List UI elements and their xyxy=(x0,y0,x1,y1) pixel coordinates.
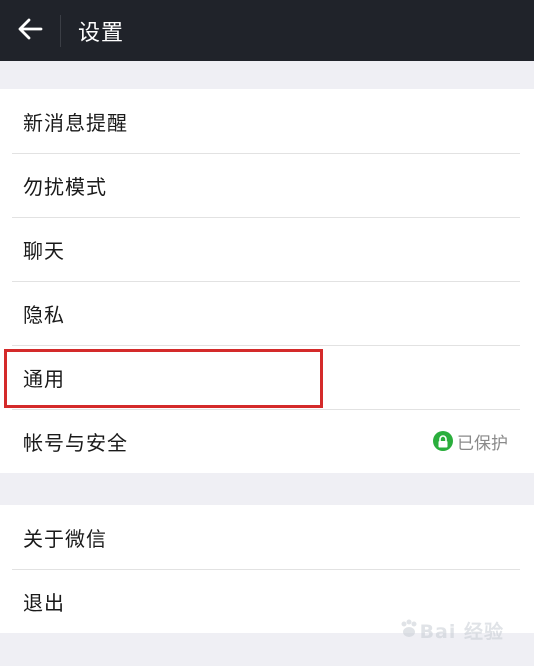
settings-item-privacy[interactable]: 隐私 xyxy=(0,281,534,345)
settings-item-general[interactable]: 通用 xyxy=(0,345,534,409)
arrow-left-icon xyxy=(17,18,43,44)
settings-item-label: 通用 xyxy=(23,366,65,391)
settings-group-secondary: 关于微信 退出 xyxy=(0,505,534,633)
settings-group-main: 新消息提醒 勿扰模式 聊天 隐私 通用 帐号与安全 已保护 xyxy=(0,89,534,473)
lock-icon xyxy=(433,431,453,451)
settings-item-label: 退出 xyxy=(23,590,65,615)
settings-item-about-wechat[interactable]: 关于微信 xyxy=(0,505,534,569)
settings-item-account-security[interactable]: 帐号与安全 已保护 xyxy=(0,409,534,473)
page-title: 设置 xyxy=(78,20,125,46)
settings-item-do-not-disturb[interactable]: 勿扰模式 xyxy=(0,153,534,217)
paw-icon xyxy=(398,618,420,644)
settings-item-label: 新消息提醒 xyxy=(23,110,128,135)
settings-item-chat[interactable]: 聊天 xyxy=(0,217,534,281)
watermark: Bai 经验 xyxy=(398,617,504,644)
watermark-text: Bai 经验 xyxy=(419,621,504,643)
status-badge: 已保护 xyxy=(457,433,508,454)
settings-item-new-message-alerts[interactable]: 新消息提醒 xyxy=(0,89,534,153)
settings-item-label: 隐私 xyxy=(23,302,65,327)
settings-item-label: 关于微信 xyxy=(23,526,107,551)
header-divider xyxy=(60,14,61,47)
account-status: 已保护 xyxy=(433,409,508,473)
settings-item-label: 聊天 xyxy=(23,238,65,263)
top-bar: 设置 xyxy=(0,0,534,61)
settings-item-label: 勿扰模式 xyxy=(23,174,107,199)
back-button[interactable] xyxy=(0,0,60,61)
settings-item-label: 帐号与安全 xyxy=(23,430,128,455)
